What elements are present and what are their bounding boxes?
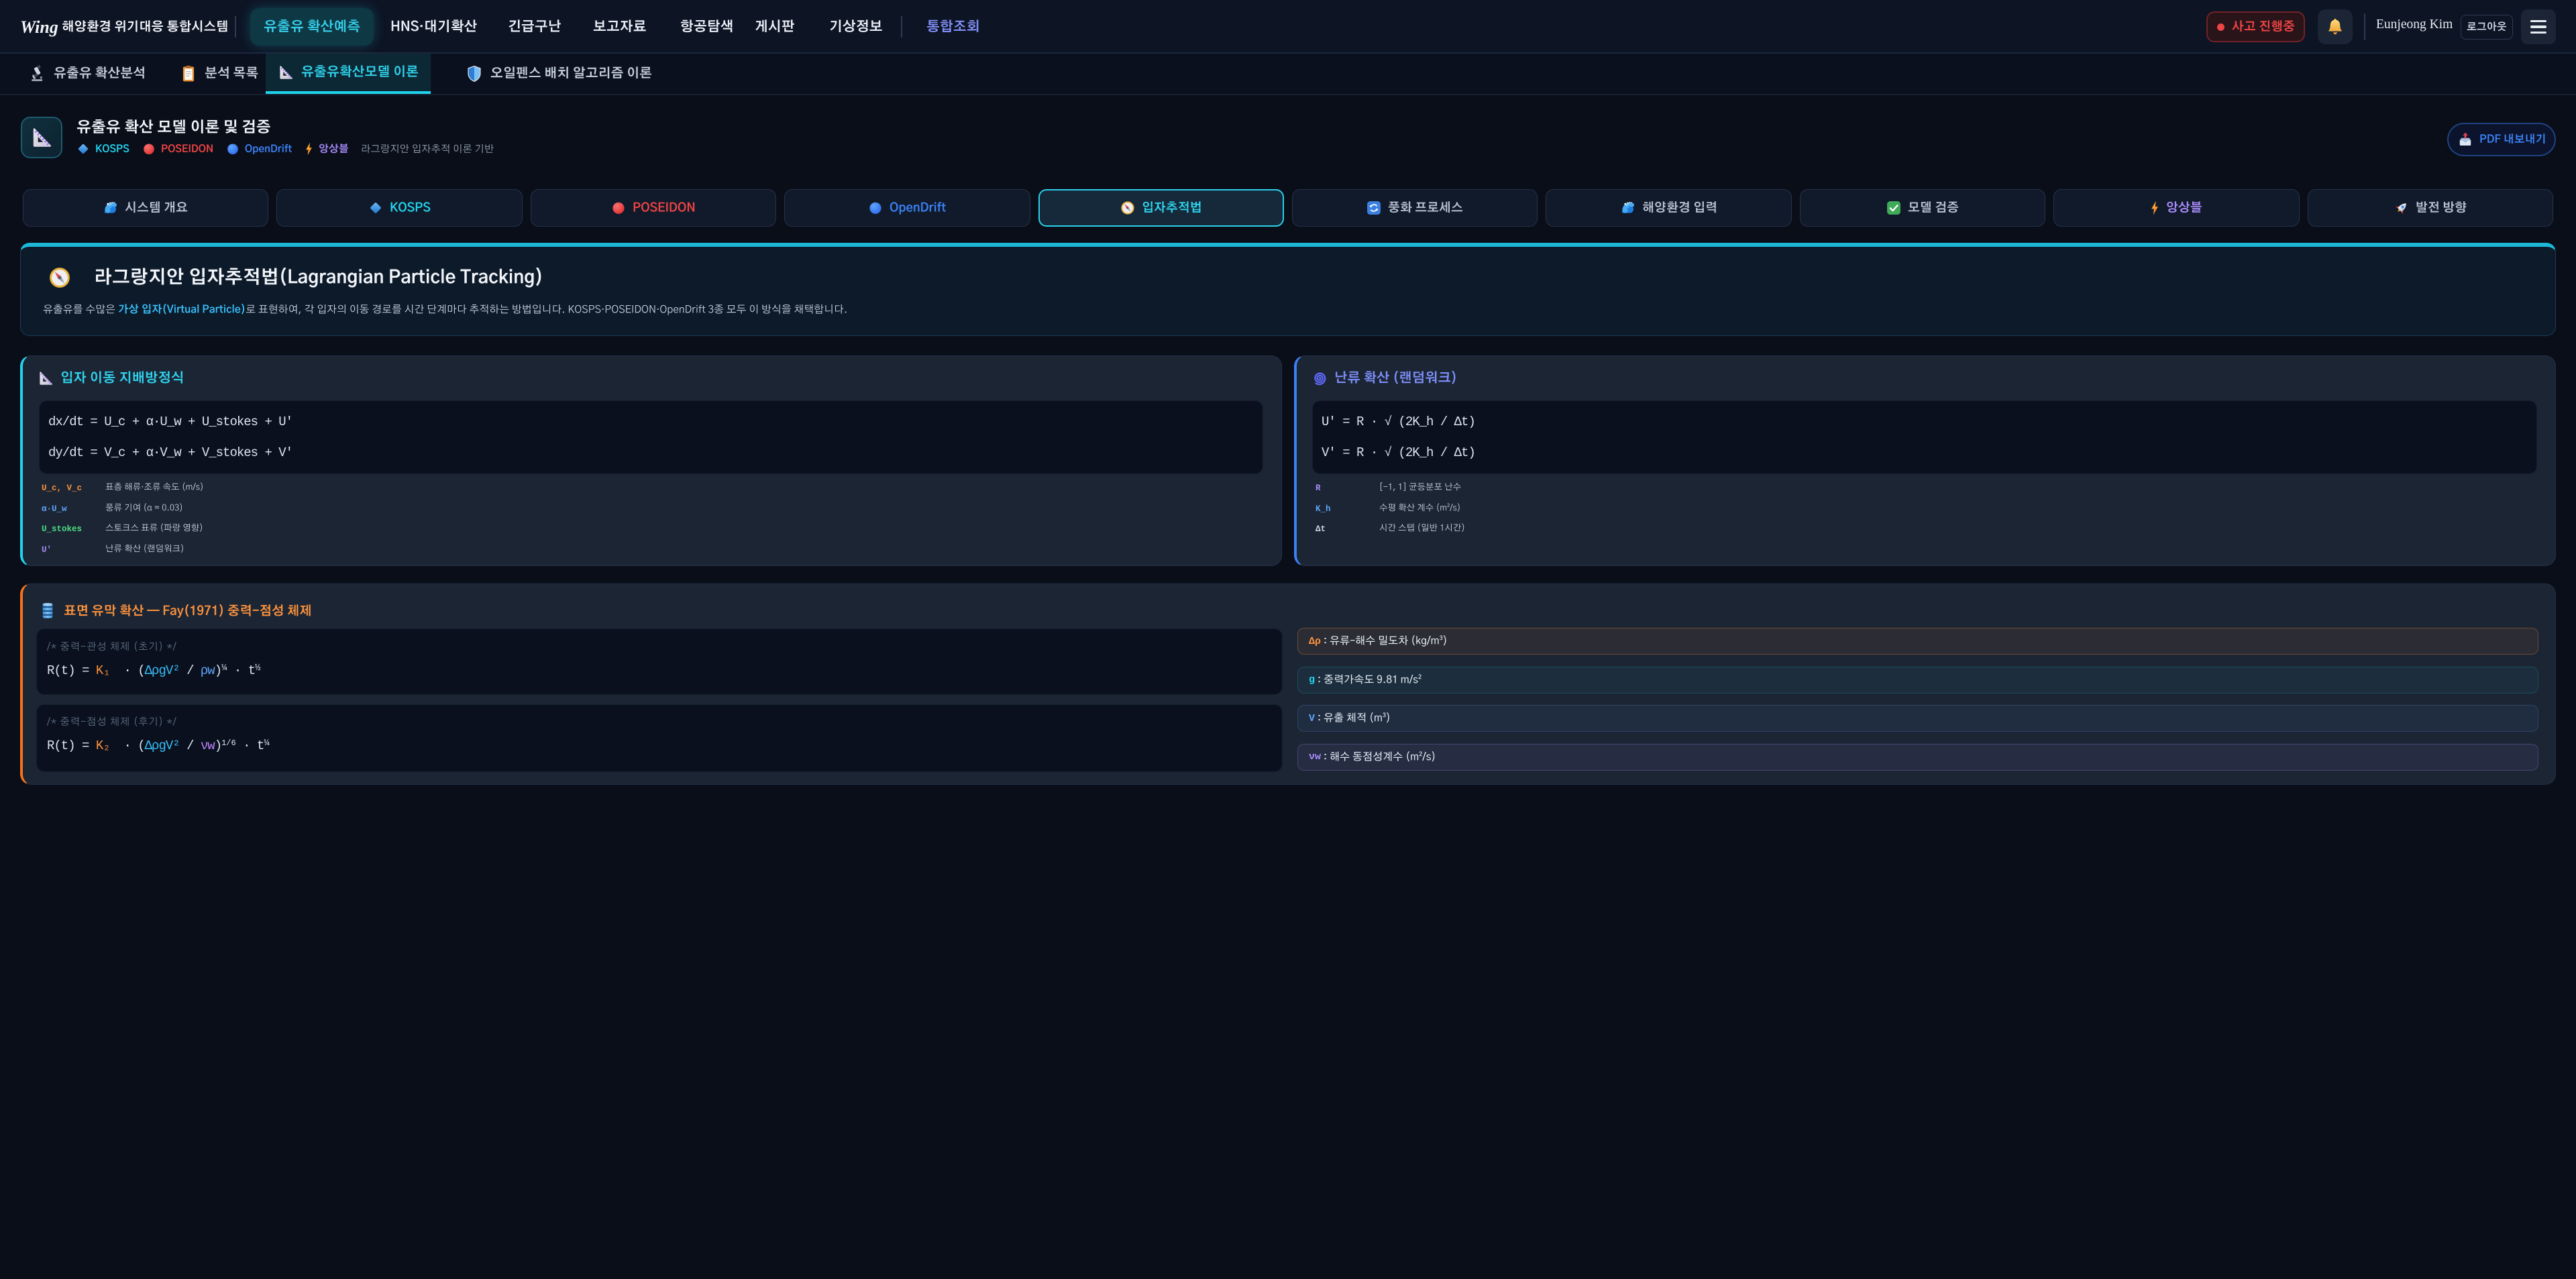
svg-text:Wing: Wing [20, 17, 58, 37]
